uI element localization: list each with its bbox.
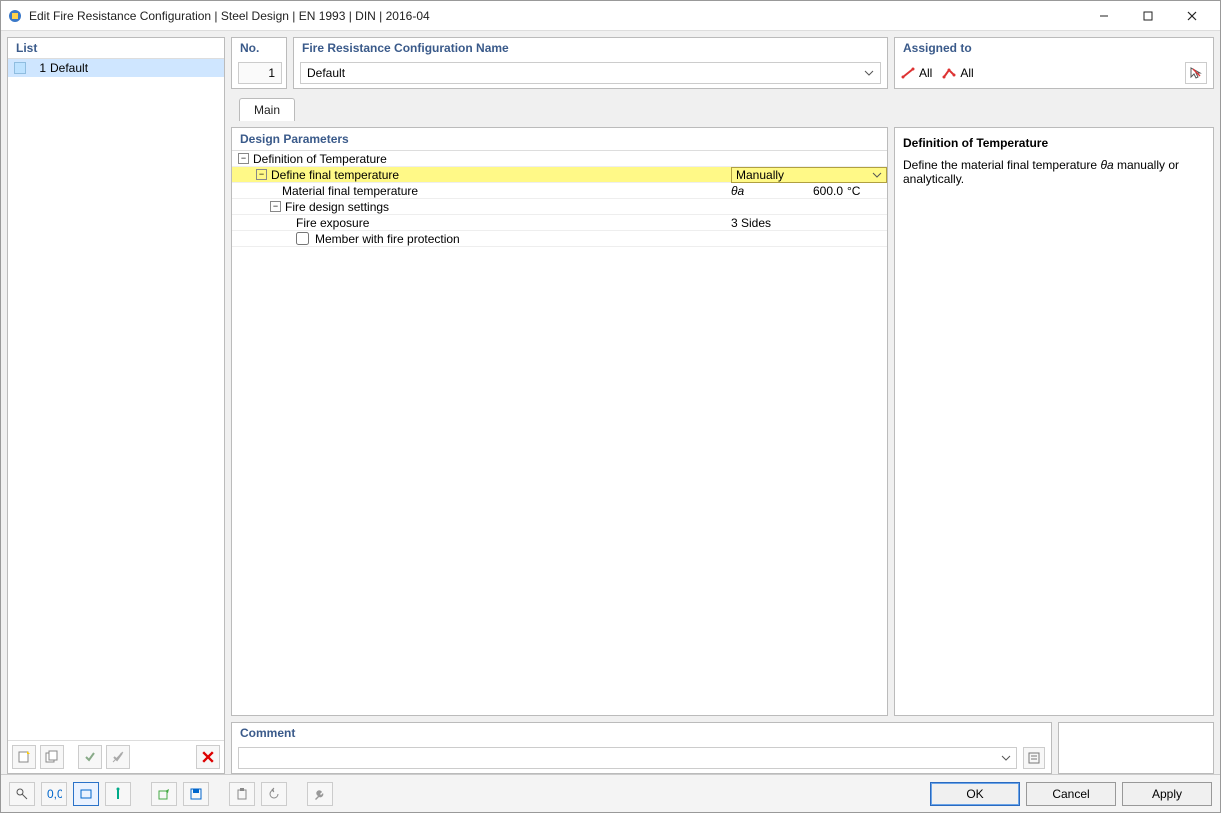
collapse-icon[interactable]: − <box>256 169 267 180</box>
rectangle-icon <box>79 787 93 801</box>
units-button[interactable]: 0,00 <box>41 782 67 806</box>
window-title: Edit Fire Resistance Configuration | Ste… <box>29 9 1082 23</box>
collapse-icon[interactable]: − <box>238 153 249 164</box>
symbol: θa <box>731 184 771 198</box>
copy-button[interactable] <box>40 745 64 769</box>
help-button[interactable] <box>9 782 35 806</box>
assigned-heading: Assigned to <box>895 38 1213 58</box>
assigned-members-label: All <box>919 66 932 80</box>
tree-label: Material final temperature <box>282 184 731 198</box>
dropdown-value: Manually <box>736 168 784 182</box>
parameter-tree[interactable]: − Definition of Temperature − Define fin… <box>232 151 887 433</box>
assigned-members[interactable]: All <box>901 66 932 80</box>
notes-icon <box>1027 751 1041 765</box>
tree-material-final-temp[interactable]: Material final temperature θa 600.0 °C <box>232 183 887 199</box>
clipboard-icon <box>235 787 249 801</box>
tree-fire-exposure[interactable]: Fire exposure 3 Sides <box>232 215 887 231</box>
save-icon <box>189 787 203 801</box>
comment-box: Comment <box>231 722 1052 774</box>
vertical-line-icon <box>111 787 125 801</box>
list[interactable]: 1 Default <box>8 59 224 740</box>
tabs: Main <box>231 95 1214 121</box>
list-item[interactable]: 1 Default <box>8 59 224 77</box>
chevron-down-icon <box>864 68 874 78</box>
assigned-pick-button[interactable] <box>1185 62 1207 84</box>
list-heading: List <box>8 38 224 59</box>
new-button[interactable] <box>12 745 36 769</box>
description-text: Define the material final temperature θa… <box>903 158 1205 186</box>
line-red-multi-icon <box>942 66 956 80</box>
view-mode-button[interactable] <box>73 782 99 806</box>
define-final-temp-dropdown[interactable]: Manually <box>731 167 887 183</box>
name-select[interactable]: Default <box>300 62 881 84</box>
clipboard-button[interactable] <box>229 782 255 806</box>
list-item-label: Default <box>50 61 88 75</box>
close-button[interactable] <box>1170 2 1214 30</box>
tree-member-fire-protection[interactable]: Member with fire protection <box>232 231 887 247</box>
decimal-icon: 0,00 <box>46 787 62 801</box>
number-box: No. <box>231 37 287 89</box>
name-value: Default <box>307 66 345 80</box>
exclude-button[interactable] <box>106 745 130 769</box>
cancel-button[interactable]: Cancel <box>1026 782 1116 806</box>
maximize-button[interactable] <box>1126 2 1170 30</box>
tree-label: Member with fire protection <box>315 232 771 246</box>
unit: °C <box>847 184 887 198</box>
design-parameters-heading: Design Parameters <box>232 128 887 151</box>
list-item-number: 1 <box>32 61 46 75</box>
wrench-icon <box>313 787 327 801</box>
titlebar: Edit Fire Resistance Configuration | Ste… <box>1 1 1220 31</box>
footer: 0,00 OK Cancel Apply <box>1 774 1220 812</box>
value[interactable]: 600.0 <box>771 184 847 198</box>
description-title: Definition of Temperature <box>903 136 1205 150</box>
assigned-membersets-label: All <box>960 66 973 80</box>
delete-button[interactable] <box>196 745 220 769</box>
comment-input[interactable] <box>238 747 1017 769</box>
comment-heading: Comment <box>232 723 1051 743</box>
description-panel: Definition of Temperature Define the mat… <box>894 127 1214 716</box>
tab-main[interactable]: Main <box>239 98 295 121</box>
comment-library-button[interactable] <box>1023 747 1045 769</box>
number-input[interactable] <box>238 62 282 84</box>
tree-label: Define final temperature <box>271 168 731 182</box>
preview-box <box>1058 722 1214 774</box>
list-panel: List 1 Default <box>7 37 225 774</box>
line-red-icon <box>901 66 915 80</box>
pick-button[interactable] <box>105 782 131 806</box>
arrow-out-icon <box>157 787 171 801</box>
design-parameters-panel: Design Parameters − Definition of Temper… <box>231 127 888 716</box>
app-icon <box>7 8 23 24</box>
collapse-icon[interactable]: − <box>270 201 281 212</box>
tree-fire-design-settings[interactable]: − Fire design settings <box>232 199 887 215</box>
minimize-button[interactable] <box>1082 2 1126 30</box>
undo-icon <box>267 787 281 801</box>
member-fire-protection-checkbox[interactable] <box>296 232 309 245</box>
tree-root[interactable]: − Definition of Temperature <box>232 151 887 167</box>
tree-label: Fire design settings <box>285 200 771 214</box>
assigned-box: Assigned to All All <box>894 37 1214 89</box>
name-heading: Fire Resistance Configuration Name <box>294 38 887 58</box>
key-icon <box>15 787 29 801</box>
save-button[interactable] <box>183 782 209 806</box>
number-heading: No. <box>232 38 286 58</box>
svg-text:0,00: 0,00 <box>47 787 62 801</box>
reset-button[interactable] <box>261 782 287 806</box>
assigned-membersets[interactable]: All <box>942 66 973 80</box>
settings-button[interactable] <box>307 782 333 806</box>
tree-define-final-temp[interactable]: − Define final temperature Manually <box>232 167 887 183</box>
ok-button[interactable]: OK <box>930 782 1020 806</box>
apply-button[interactable]: Apply <box>1122 782 1212 806</box>
tree-label: Fire exposure <box>296 216 691 230</box>
name-box: Fire Resistance Configuration Name Defau… <box>293 37 888 89</box>
tree-label: Definition of Temperature <box>253 152 771 166</box>
value[interactable]: 3 Sides <box>731 216 887 230</box>
include-button[interactable] <box>78 745 102 769</box>
color-swatch-icon <box>14 62 26 74</box>
list-toolbar <box>8 740 224 773</box>
export-button[interactable] <box>151 782 177 806</box>
chevron-down-icon <box>872 170 882 180</box>
cursor-cancel-icon <box>1189 66 1203 80</box>
